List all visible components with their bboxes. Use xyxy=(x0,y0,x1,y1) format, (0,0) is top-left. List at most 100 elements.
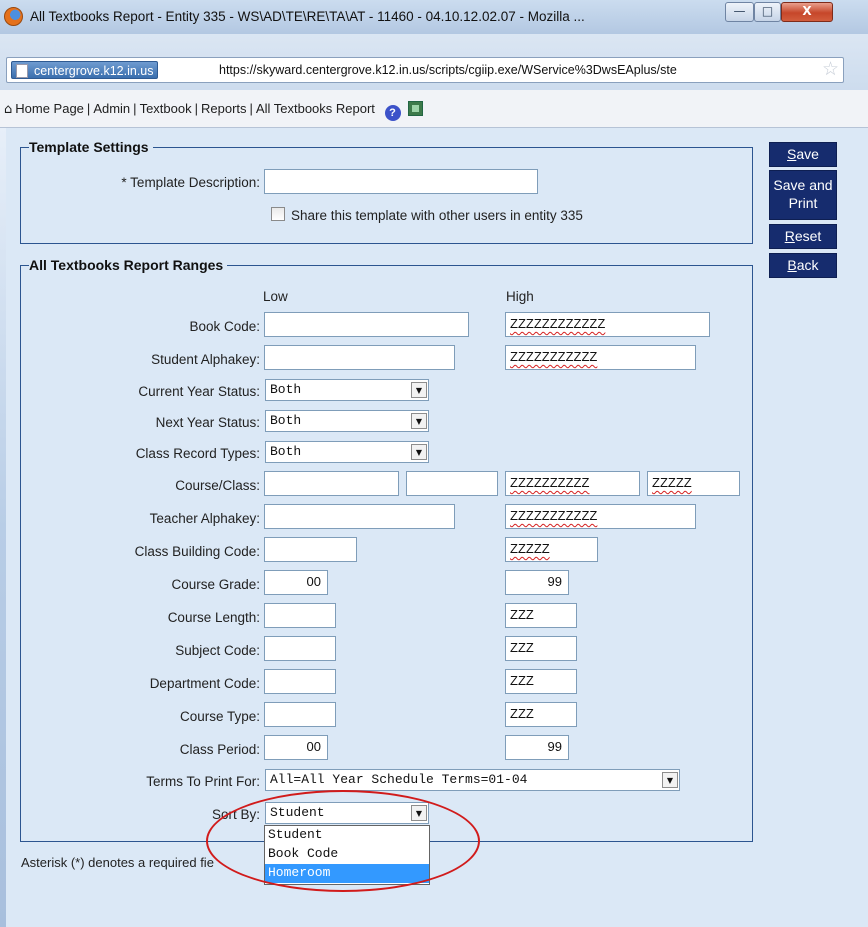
course-length-label: Course Length: xyxy=(167,610,260,625)
save-and-print-button[interactable]: Save and Print xyxy=(769,170,837,220)
teacher-alphakey-label: Teacher Alphakey: xyxy=(149,511,260,526)
department-code-low-input[interactable] xyxy=(264,669,336,694)
breadcrumb-home[interactable]: Home Page xyxy=(15,101,84,116)
class-period-label: Class Period: xyxy=(179,742,260,757)
next-year-status-select[interactable]: Both ▼ xyxy=(265,410,429,432)
current-year-status-label: Current Year Status: xyxy=(138,384,260,399)
template-settings-fieldset: Template Settings xyxy=(20,139,753,244)
bookmark-star-icon[interactable]: ☆ xyxy=(822,58,839,80)
terms-to-print-select[interactable]: All=All Year Schedule Terms=01-04 ▼ xyxy=(265,769,680,791)
subject-code-label: Subject Code: xyxy=(175,643,260,658)
save-and-print-line1: Save and xyxy=(773,177,833,193)
breadcrumb-separator: | xyxy=(249,101,253,116)
breadcrumb-admin[interactable]: Admin xyxy=(93,101,130,116)
save-mnemonic: S xyxy=(787,146,797,162)
url-field[interactable]: centergrove.k12.in.us https://skyward.ce… xyxy=(6,57,844,83)
annotation-ellipse xyxy=(206,790,480,892)
class-period-low-input[interactable]: 00 xyxy=(264,735,328,760)
help-icon[interactable]: ? xyxy=(384,105,401,121)
required-field-footnote: Asterisk (*) denotes a required fie xyxy=(21,855,214,870)
breadcrumb-separator: | xyxy=(194,101,198,116)
department-code-label: Department Code: xyxy=(149,676,260,691)
breadcrumb-separator: | xyxy=(86,101,91,116)
site-identity-label: centergrove.k12.in.us xyxy=(34,64,154,78)
course-class-label: Course/Class: xyxy=(175,478,260,493)
template-description-label: * Template Description: xyxy=(121,175,260,190)
share-template-label: Share this template with other users in … xyxy=(291,208,583,223)
class-building-code-label: Class Building Code: xyxy=(134,544,260,559)
course-length-low-input[interactable] xyxy=(264,603,336,628)
book-code-low-input[interactable] xyxy=(264,312,469,337)
next-year-status-value: Both xyxy=(270,413,302,428)
course-high-input[interactable]: ZZZZZZZZZZ xyxy=(505,471,640,496)
book-code-high-input[interactable]: ZZZZZZZZZZZZ xyxy=(505,312,710,337)
chevron-down-icon[interactable]: ▼ xyxy=(411,382,427,398)
firefox-icon xyxy=(4,7,23,26)
report-ranges-legend: All Textbooks Report Ranges xyxy=(29,257,228,273)
save-label: ave xyxy=(796,146,819,162)
class-record-types-label: Class Record Types: xyxy=(135,446,260,461)
course-grade-low-input[interactable]: 00 xyxy=(264,570,328,595)
preferences-icon[interactable] xyxy=(408,101,424,116)
book-code-label: Book Code: xyxy=(189,319,260,334)
page-icon xyxy=(16,64,28,78)
reset-label: eset xyxy=(794,228,822,244)
back-button[interactable]: Back xyxy=(769,253,837,278)
breadcrumb-textbook[interactable]: Textbook xyxy=(140,101,192,116)
back-mnemonic: B xyxy=(787,257,797,273)
low-column-header: Low xyxy=(263,289,288,304)
breadcrumb-reports[interactable]: Reports xyxy=(201,101,247,116)
navigation-bar: ⌂ Home Page | Admin | Textbook | Reports | All Te… xyxy=(0,90,868,128)
maximize-button[interactable]: □ xyxy=(754,2,781,22)
chevron-down-icon[interactable]: ▼ xyxy=(411,444,427,460)
student-alphakey-low-input[interactable] xyxy=(264,345,455,370)
teacher-alphakey-high-input[interactable]: ZZZZZZZZZZZ xyxy=(505,504,696,529)
high-column-header: High xyxy=(506,289,534,304)
minimize-button[interactable]: — xyxy=(725,2,754,22)
teacher-alphakey-low-input[interactable] xyxy=(264,504,455,529)
window-title: All Textbooks Report - Entity 335 - WS\A… xyxy=(30,9,585,24)
class-period-high-input[interactable]: 99 xyxy=(505,735,569,760)
course-low-input[interactable] xyxy=(264,471,399,496)
next-year-status-label: Next Year Status: xyxy=(155,415,260,430)
chevron-down-icon[interactable]: ▼ xyxy=(411,413,427,429)
home-icon[interactable]: ⌂ xyxy=(4,102,12,117)
student-alphakey-high-input[interactable]: ZZZZZZZZZZZ xyxy=(505,345,696,370)
reset-mnemonic: R xyxy=(784,228,795,244)
template-description-input[interactable] xyxy=(264,169,538,194)
class-building-code-high-input[interactable]: ZZZZZ xyxy=(505,537,598,562)
subject-code-high-input[interactable]: ZZZ xyxy=(505,636,577,661)
course-grade-label: Course Grade: xyxy=(171,577,260,592)
course-grade-high-input[interactable]: 99 xyxy=(505,570,569,595)
window-titlebar: All Textbooks Report - Entity 335 - WS\A… xyxy=(0,0,868,34)
course-length-high-input[interactable]: ZZZ xyxy=(505,603,577,628)
course-type-label: Course Type: xyxy=(179,709,260,724)
breadcrumb-separator: | xyxy=(133,101,137,116)
class-low-input[interactable] xyxy=(406,471,498,496)
chevron-down-icon[interactable]: ▼ xyxy=(662,772,678,788)
current-year-status-value: Both xyxy=(270,382,302,397)
terms-to-print-value: All=All Year Schedule Terms=01-04 xyxy=(270,772,528,787)
breadcrumb: ⌂ Home Page | Admin | Textbook | Reports | All Te… xyxy=(4,101,424,121)
share-template-checkbox[interactable] xyxy=(271,207,285,221)
left-edge xyxy=(0,128,9,927)
terms-to-print-label: Terms To Print For: xyxy=(146,774,260,789)
class-high-input[interactable]: ZZZZZ xyxy=(647,471,740,496)
back-label: ack xyxy=(796,257,819,273)
class-record-types-select[interactable]: Both ▼ xyxy=(265,441,429,463)
course-type-high-input[interactable]: ZZZ xyxy=(505,702,577,727)
current-year-status-select[interactable]: Both ▼ xyxy=(265,379,429,401)
url-text: https://skyward.centergrove.k12.in.us/sc… xyxy=(219,63,677,77)
department-code-high-input[interactable]: ZZZ xyxy=(505,669,577,694)
save-button[interactable]: Save xyxy=(769,142,837,167)
site-identity-button[interactable]: centergrove.k12.in.us xyxy=(11,61,158,79)
reset-button[interactable]: Reset xyxy=(769,224,837,249)
course-type-low-input[interactable] xyxy=(264,702,336,727)
subject-code-low-input[interactable] xyxy=(264,636,336,661)
class-record-types-value: Both xyxy=(270,444,302,459)
close-button[interactable]: X xyxy=(781,2,833,22)
save-and-print-line2: Print xyxy=(788,195,818,211)
student-alphakey-label: Student Alphakey: xyxy=(151,352,260,367)
class-building-code-low-input[interactable] xyxy=(264,537,357,562)
template-settings-legend: Template Settings xyxy=(29,139,153,155)
